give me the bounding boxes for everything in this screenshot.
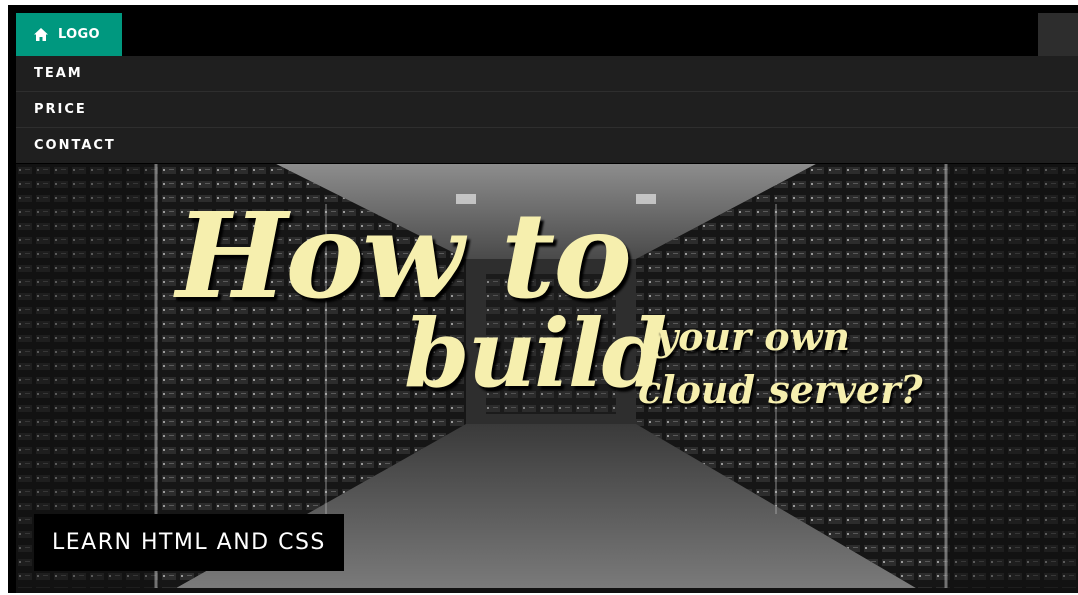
logo-label: LOGO: [58, 27, 100, 42]
logo-button[interactable]: LOGO: [16, 13, 122, 56]
hero-title-line3b: cloud server?: [638, 367, 923, 412]
menu-item-price[interactable]: PRICE: [16, 91, 1078, 127]
nav-menu: TEAM PRICE CONTACT: [16, 56, 1078, 163]
menu-item-team[interactable]: TEAM: [16, 56, 1078, 91]
menu-toggle-area[interactable]: [1038, 13, 1078, 56]
hero-title-line3a: your own: [656, 314, 850, 359]
hero-caption: LEARN HTML AND CSS: [34, 514, 344, 571]
hero-banner: How to build your own cloud server? LEAR…: [16, 164, 1078, 588]
menu-item-contact[interactable]: CONTACT: [16, 127, 1078, 163]
hero-title-line2: build: [404, 299, 667, 409]
top-navbar: LOGO: [16, 13, 1078, 56]
bottom-border: [16, 588, 1078, 593]
home-icon: [34, 28, 48, 41]
